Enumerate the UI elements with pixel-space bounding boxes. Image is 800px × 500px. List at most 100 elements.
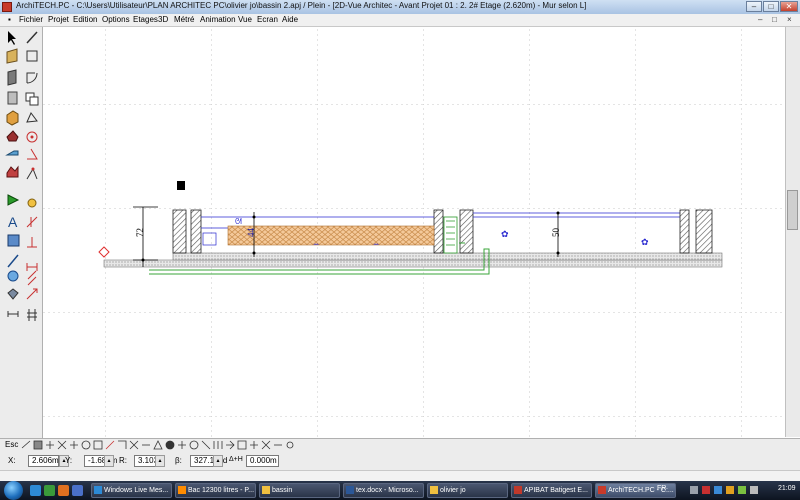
node-icon[interactable]	[26, 167, 38, 180]
tray-messenger-icon[interactable]	[714, 486, 722, 494]
app-icon[interactable]	[2, 2, 12, 12]
record-icon[interactable]	[165, 440, 175, 450]
stair-icon[interactable]	[5, 150, 19, 156]
dimension-icon[interactable]	[26, 263, 38, 271]
text-icon[interactable]: A	[8, 214, 18, 230]
quicklaunch-firefox-icon[interactable]	[58, 485, 69, 496]
language-indicator[interactable]: FR	[657, 485, 666, 492]
target-icon[interactable]	[26, 131, 38, 143]
sun-icon[interactable]	[27, 198, 37, 208]
menu-3d[interactable]: 3D	[158, 15, 168, 24]
menu-animation[interactable]: Animation	[200, 15, 236, 24]
angle-icon[interactable]	[27, 148, 38, 160]
dimension-label-left: 72	[135, 228, 145, 237]
clock[interactable]: 21:09	[778, 485, 796, 492]
snap-icon[interactable]	[46, 441, 54, 449]
quicklaunch-media-icon[interactable]	[72, 485, 83, 496]
midpoint-icon[interactable]	[70, 441, 78, 449]
task-apibat[interactable]: APIBAT Batigest E...	[511, 483, 592, 498]
grid-icon[interactable]	[27, 309, 37, 321]
extend-icon[interactable]	[27, 237, 37, 248]
pencil-icon[interactable]	[26, 31, 38, 44]
select-arrow-icon[interactable]	[8, 31, 16, 45]
menu-options[interactable]: Options	[102, 15, 130, 24]
door-icon[interactable]	[26, 72, 38, 84]
menu-etages[interactable]: Etages	[133, 15, 158, 24]
x-field[interactable]: 2.606m	[28, 455, 59, 467]
tray-network-icon[interactable]	[690, 486, 698, 494]
start-button[interactable]	[4, 481, 23, 500]
hatch-icon[interactable]	[33, 440, 43, 450]
forward-icon[interactable]	[226, 440, 235, 450]
box-select-icon[interactable]	[237, 440, 247, 450]
tray-volume-icon[interactable]	[750, 486, 758, 494]
quicklaunch-explorer-icon[interactable]	[30, 485, 41, 496]
task-tex-docx[interactable]: tex.docx - Microso...	[343, 483, 424, 498]
delete-icon[interactable]	[261, 440, 271, 450]
menu-icon[interactable]: ▪	[8, 15, 11, 24]
layer-icon[interactable]	[7, 288, 19, 300]
drawing-canvas[interactable]: 72 44 50 ᘛ ꕀ ꕀ ✿ ✿	[43, 27, 784, 437]
terrain-icon[interactable]	[6, 165, 19, 178]
settings-icon[interactable]	[286, 441, 294, 449]
diagonal-icon[interactable]	[201, 440, 211, 450]
zoom-window-icon[interactable]	[93, 440, 103, 450]
rotate-icon[interactable]	[26, 112, 38, 123]
menu-metre[interactable]: Métré	[174, 15, 194, 24]
plus-icon[interactable]	[250, 441, 258, 449]
arrow-icon[interactable]	[26, 288, 38, 300]
tray-battery-icon[interactable]	[738, 486, 746, 494]
roof-icon[interactable]	[6, 130, 19, 142]
menu-edition[interactable]: Edition	[73, 15, 97, 24]
move-icon[interactable]	[178, 441, 186, 449]
vegetation-icon[interactable]	[7, 194, 20, 206]
task-bac[interactable]: Bac 12300 litres - P...	[175, 483, 256, 498]
menu-projet[interactable]: Projet	[48, 15, 69, 24]
r-spinner[interactable]: ▴	[155, 455, 165, 467]
cross-icon[interactable]	[57, 440, 67, 450]
menu-vue[interactable]: Vue	[238, 15, 252, 24]
pan-icon[interactable]	[105, 440, 115, 450]
quicklaunch-desktop-icon[interactable]	[44, 485, 55, 496]
box-icon[interactable]	[6, 110, 19, 126]
child-minimize-button[interactable]: –	[758, 15, 762, 24]
measure-icon[interactable]	[7, 311, 19, 317]
circle-icon[interactable]	[7, 270, 19, 282]
task-bassin[interactable]: bassin	[259, 483, 340, 498]
h-field[interactable]: 0.000m	[246, 455, 279, 467]
menu-ecran[interactable]: Ecran	[257, 15, 278, 24]
tray-update-icon[interactable]	[726, 486, 734, 494]
draw-line-icon[interactable]	[21, 440, 31, 449]
align-icon[interactable]	[213, 441, 223, 449]
corner-icon[interactable]	[118, 440, 127, 449]
task-windows-live[interactable]: Windows Live Mes...	[91, 483, 172, 498]
filter-column	[443, 216, 458, 254]
wall-icon[interactable]	[6, 48, 18, 64]
offset-icon[interactable]	[27, 270, 37, 286]
child-close-button[interactable]: ×	[787, 15, 792, 24]
triangle-icon[interactable]	[153, 440, 163, 450]
minimize-button[interactable]: –	[746, 1, 762, 12]
zoom-icon[interactable]	[81, 440, 91, 450]
slab-icon[interactable]	[7, 91, 18, 105]
menu-fichier[interactable]: Fichier	[19, 15, 43, 24]
scroll-thumb[interactable]	[787, 190, 798, 230]
rectangle-icon[interactable]	[7, 234, 20, 247]
maximize-button[interactable]: □	[763, 1, 779, 12]
y-spinner[interactable]: ▴	[104, 455, 114, 467]
menu-aide[interactable]: Aide	[282, 15, 298, 24]
esc-button[interactable]: Esc	[5, 440, 18, 449]
task-olivier-jo[interactable]: olivier jo	[427, 483, 508, 498]
window-icon[interactable]	[26, 50, 38, 62]
tray-security-icon[interactable]	[702, 486, 710, 494]
b-spinner[interactable]: ▴	[213, 455, 223, 467]
rotate-view-icon[interactable]	[189, 440, 199, 450]
trim-icon[interactable]	[26, 216, 38, 228]
line-icon[interactable]	[7, 254, 19, 268]
child-restore-button[interactable]: □	[772, 15, 777, 24]
close-button[interactable]: ✕	[780, 1, 798, 12]
wall-thick-icon[interactable]	[7, 69, 17, 86]
intersect-icon[interactable]	[129, 440, 139, 450]
copy-icon[interactable]	[25, 92, 39, 106]
vertical-scrollbar[interactable]	[785, 27, 800, 437]
